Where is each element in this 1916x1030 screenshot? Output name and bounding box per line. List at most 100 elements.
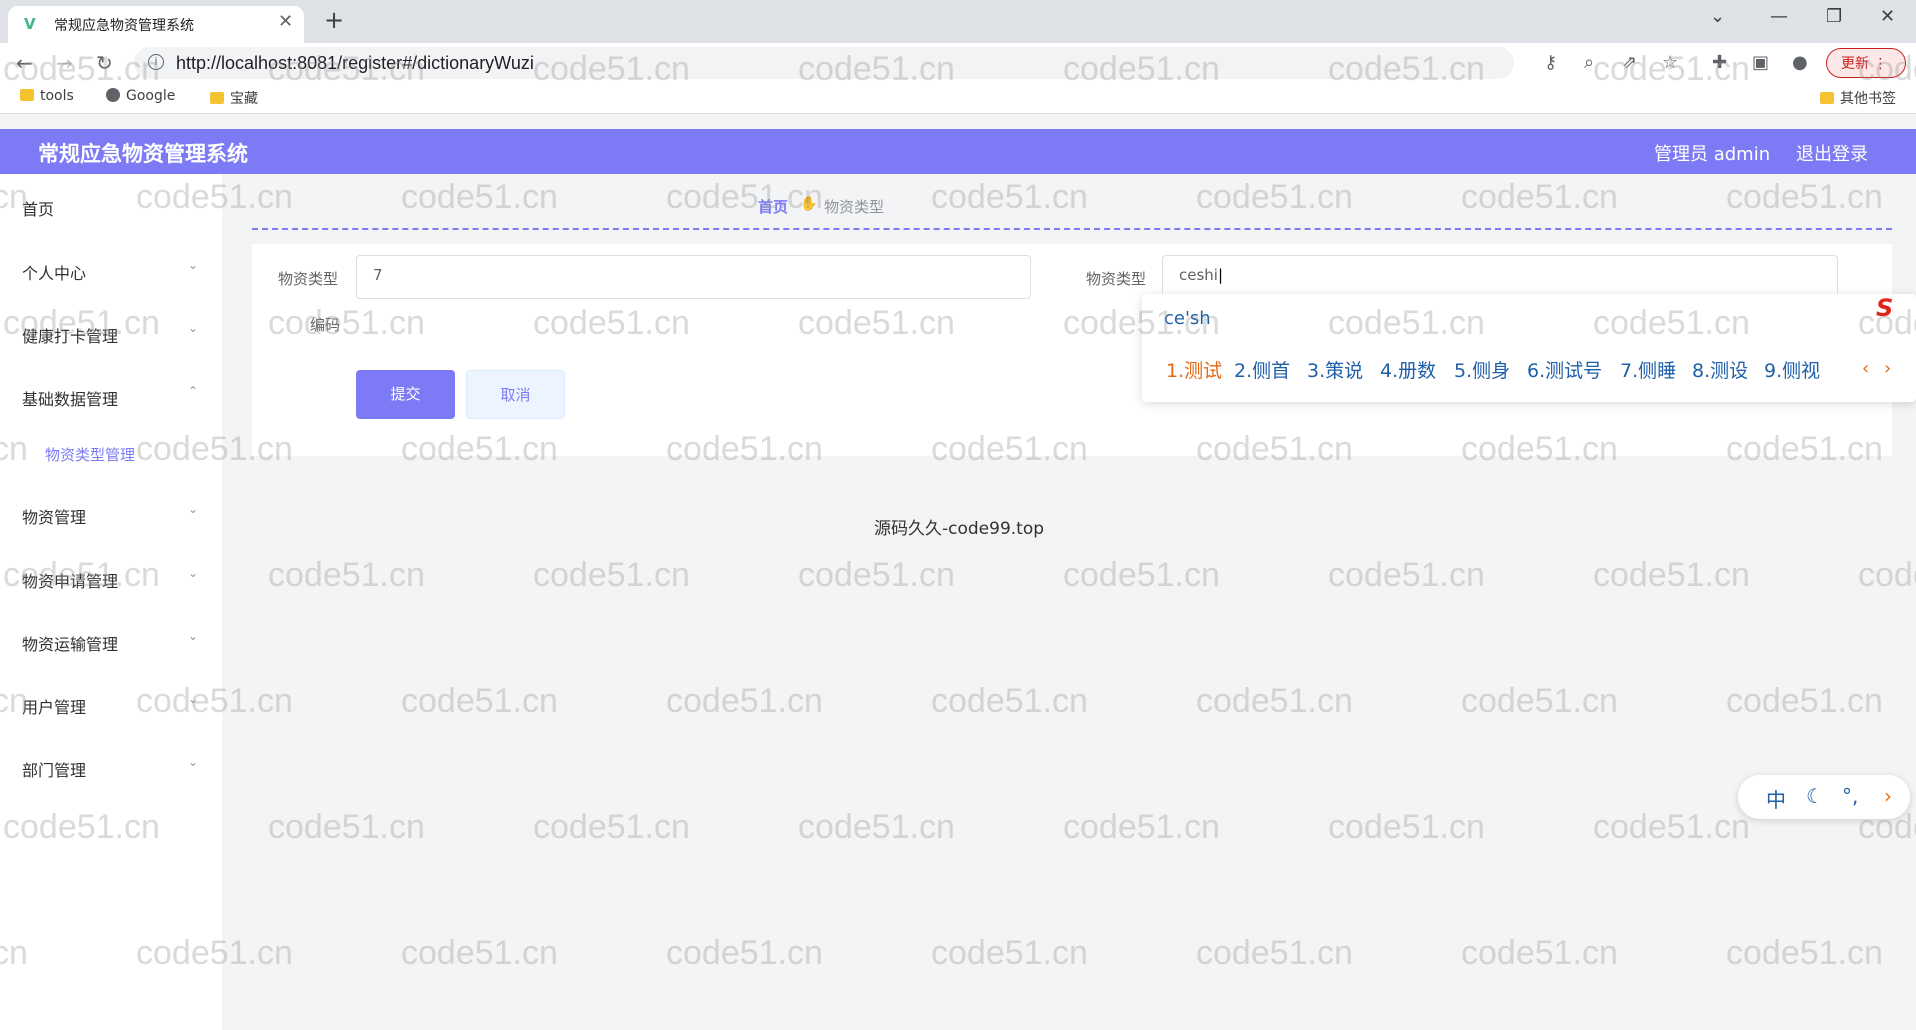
watermark-text: code51.cn bbox=[1328, 808, 1485, 846]
watermark-text: code51.cn bbox=[1461, 178, 1618, 216]
breadcrumb-divider bbox=[252, 228, 1892, 230]
sidebar-item-label: 基础数据管理 bbox=[22, 390, 119, 409]
bookmarks-bar: tools Google 宝藏 其他书签 bbox=[0, 83, 1916, 114]
ime-candidate[interactable]: 7.侧睡 bbox=[1620, 356, 1676, 383]
close-tab-icon[interactable]: ✕ bbox=[278, 11, 293, 32]
sidebar-item-departments[interactable]: 部门管理 ⌄ bbox=[0, 747, 222, 787]
moon-icon[interactable]: ☾ bbox=[1806, 784, 1824, 808]
chevron-down-icon[interactable]: ⌄ bbox=[1710, 6, 1725, 27]
chevron-down-icon: ⌄ bbox=[188, 321, 199, 335]
browser-tab[interactable]: V 常规应急物资管理系统 ✕ bbox=[8, 6, 304, 43]
folder-icon bbox=[20, 89, 34, 101]
ime-next-page-icon[interactable]: › bbox=[1884, 358, 1891, 379]
field1-label: 物资类型 bbox=[278, 270, 339, 288]
watermark-text: code51.cn bbox=[1726, 934, 1883, 972]
watermark-text: code51.cn bbox=[1726, 682, 1883, 720]
sidebar-item-materials[interactable]: 物资管理 ⌄ bbox=[0, 494, 222, 534]
code-label: 编码 bbox=[310, 316, 341, 334]
sidebar-item-label: 首页 bbox=[22, 200, 55, 219]
sidebar-item-basic-data[interactable]: 基础数据管理 ⌃ bbox=[0, 376, 222, 416]
watermark-text: code51.cn bbox=[268, 808, 425, 846]
logout-link[interactable]: 退出登录 bbox=[1796, 140, 1868, 166]
ime-candidate[interactable]: 6.测试号 bbox=[1527, 356, 1602, 383]
ime-status-toolbar: 中 ☾ °, › bbox=[1738, 775, 1910, 819]
sidebar-item-users[interactable]: 用户管理 ⌄ bbox=[0, 684, 222, 724]
watermark-text: code51.cn bbox=[533, 808, 690, 846]
watermark-text: code51.cn bbox=[1328, 556, 1485, 594]
field2-label: 物资类型 bbox=[1086, 270, 1147, 288]
breadcrumb-home[interactable]: 首页 bbox=[758, 196, 788, 217]
sogou-logo-icon: S bbox=[1876, 294, 1894, 322]
bookmark-other[interactable]: 其他书签 bbox=[1820, 88, 1896, 108]
watermark-text: code51.cn bbox=[1063, 808, 1220, 846]
sidebar-item-label: 物资管理 bbox=[22, 508, 87, 527]
share-icon[interactable]: ⇗ bbox=[1622, 52, 1637, 73]
sidebar-item-health-checkin[interactable]: 健康打卡管理 ⌄ bbox=[0, 313, 222, 353]
new-tab-button[interactable]: + bbox=[324, 6, 344, 34]
sidebar-item-personal-center[interactable]: 个人中心 ⌄ bbox=[0, 250, 222, 290]
sidebar-subitem-material-type[interactable]: 物资类型管理 bbox=[0, 434, 222, 474]
info-icon[interactable]: i bbox=[148, 54, 164, 70]
vue-logo-icon: V bbox=[24, 15, 36, 33]
browser-toolbar: ← → ↻ i http://localhost:8081/register#/… bbox=[0, 43, 1916, 83]
chevron-up-icon: ⌃ bbox=[188, 384, 199, 398]
footer-text: 源码久久-code99.top bbox=[874, 519, 1045, 539]
sidebar-item-home[interactable]: 首页 bbox=[0, 186, 222, 226]
cancel-button[interactable]: 取消 bbox=[466, 370, 565, 419]
watermark-text: code51.cn bbox=[1461, 682, 1618, 720]
ime-candidate[interactable]: 2.侧首 bbox=[1234, 356, 1290, 383]
address-bar[interactable]: i http://localhost:8081/register#/dictio… bbox=[134, 47, 1514, 79]
key-icon[interactable]: ⚷ bbox=[1544, 52, 1557, 73]
zoom-icon[interactable]: ⌕ bbox=[1584, 52, 1594, 73]
watermark-text: code51.cn bbox=[1858, 556, 1916, 594]
sidebar-item-material-requests[interactable]: 物资申请管理 ⌄ bbox=[0, 558, 222, 598]
sidebar-item-material-transport[interactable]: 物资运输管理 ⌄ bbox=[0, 621, 222, 661]
bookmark-treasure[interactable]: 宝藏 bbox=[210, 88, 258, 108]
close-window-button[interactable]: ✕ bbox=[1880, 6, 1895, 27]
sidebar-item-label: 用户管理 bbox=[22, 698, 87, 717]
ime-candidate-popup: ce'sh 1.测试 2.侧首 3.策说 4.册数 5.侧身 6.测试号 7.侧… bbox=[1142, 294, 1916, 402]
browser-tab-bar: V 常规应急物资管理系统 ✕ + ⌄ — ❐ ✕ bbox=[0, 0, 1916, 43]
submit-button[interactable]: 提交 bbox=[356, 370, 455, 419]
forward-icon[interactable]: → bbox=[56, 51, 73, 75]
sidebar-item-label: 物资申请管理 bbox=[22, 572, 119, 591]
material-type-name-input[interactable]: ceshi| bbox=[1162, 255, 1838, 299]
extensions-icon[interactable]: ✚ bbox=[1712, 52, 1727, 73]
watermark-text: code51.cn bbox=[798, 556, 955, 594]
back-icon[interactable]: ← bbox=[16, 51, 33, 75]
side-panel-icon[interactable]: ▣ bbox=[1752, 52, 1769, 73]
hand-icon: ✋ bbox=[800, 196, 818, 212]
chevron-right-icon[interactable]: › bbox=[1884, 784, 1892, 808]
ime-candidate[interactable]: 3.策说 bbox=[1307, 356, 1363, 383]
ime-language-toggle[interactable]: 中 bbox=[1766, 784, 1786, 813]
sidebar-item-label: 个人中心 bbox=[22, 264, 87, 283]
watermark-text: code51.cn bbox=[1593, 556, 1750, 594]
minimize-button[interactable]: — bbox=[1770, 6, 1788, 27]
restore-button[interactable]: ❐ bbox=[1826, 6, 1842, 27]
profile-icon[interactable]: ● bbox=[1792, 52, 1808, 73]
ime-prev-page-icon[interactable]: ‹ bbox=[1862, 358, 1869, 379]
bookmark-google[interactable]: Google bbox=[106, 88, 175, 104]
bookmark-tools[interactable]: tools bbox=[20, 88, 74, 104]
star-icon[interactable]: ☆ bbox=[1662, 52, 1678, 73]
chevron-down-icon: ⌄ bbox=[188, 258, 199, 272]
reload-icon[interactable]: ↻ bbox=[96, 51, 113, 75]
watermark-text: code51.cn bbox=[401, 178, 558, 216]
watermark-text: code51.cn bbox=[268, 556, 425, 594]
tab-title: 常规应急物资管理系统 bbox=[54, 18, 194, 34]
punctuation-icon[interactable]: °, bbox=[1842, 784, 1858, 808]
sidebar-item-label: 物资类型管理 bbox=[45, 446, 136, 464]
ime-candidate[interactable]: 8.测设 bbox=[1692, 356, 1748, 383]
ime-candidate[interactable]: 1.测试 bbox=[1166, 356, 1222, 383]
ime-pinyin: ce'sh bbox=[1164, 308, 1211, 329]
update-button[interactable]: 更新 ⋮ bbox=[1826, 48, 1906, 78]
ime-candidate[interactable]: 5.侧身 bbox=[1454, 356, 1510, 383]
material-type-id-input[interactable]: 7 bbox=[356, 255, 1031, 299]
watermark-text: code51.cn bbox=[931, 934, 1088, 972]
globe-icon bbox=[106, 88, 120, 102]
watermark-text: code51.cn bbox=[401, 682, 558, 720]
url-text[interactable]: http://localhost:8081/register#/dictiona… bbox=[176, 53, 534, 74]
breadcrumb-current: 物资类型 bbox=[824, 198, 885, 216]
ime-candidate[interactable]: 4.册数 bbox=[1380, 356, 1436, 383]
ime-candidate[interactable]: 9.侧视 bbox=[1764, 356, 1820, 383]
